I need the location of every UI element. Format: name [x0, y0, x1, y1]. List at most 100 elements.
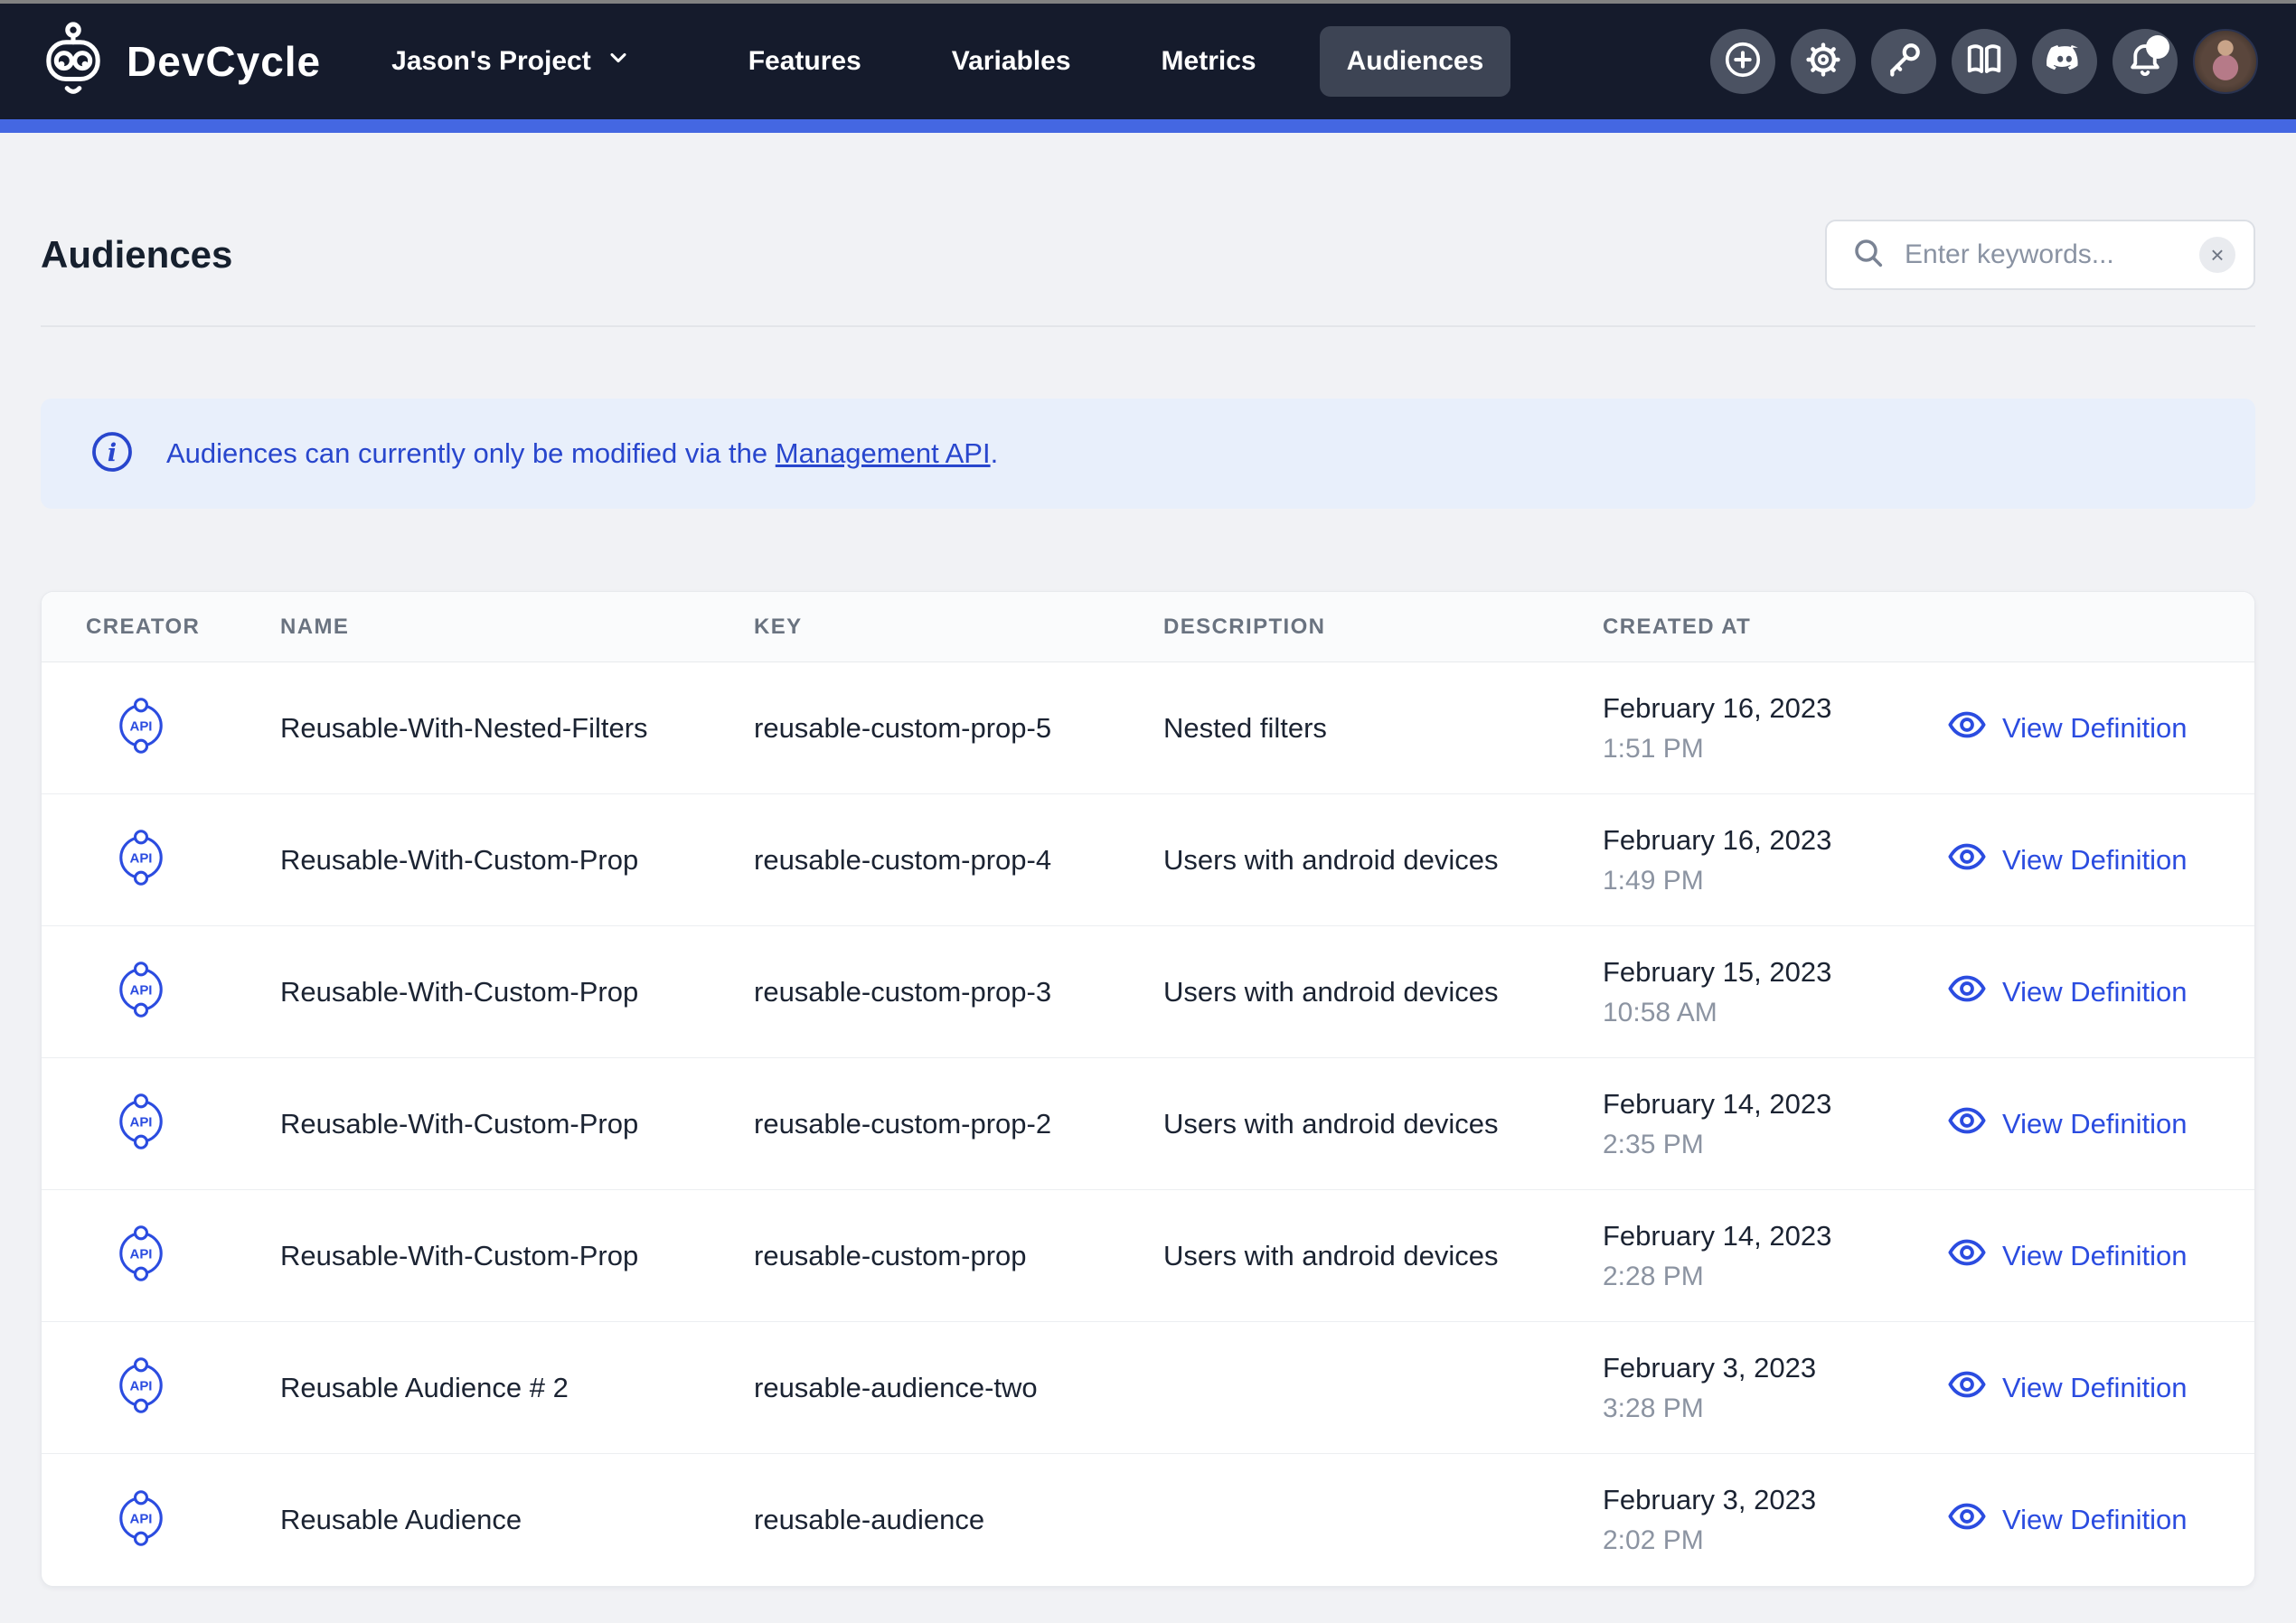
top-navbar: DevCycle Jason's Project Features Variab… [0, 4, 2296, 119]
section-divider [41, 325, 2255, 327]
management-api-link[interactable]: Management API [776, 437, 991, 469]
audiences-table: Creator Name Key Description Created At … [41, 591, 2255, 1587]
eye-icon [1946, 836, 1988, 885]
column-header-created-at: Created At [1603, 614, 1946, 640]
nav-link-audiences[interactable]: Audiences [1320, 26, 1511, 97]
project-selector[interactable]: Jason's Project [391, 45, 631, 78]
eye-icon [1946, 1232, 1988, 1281]
docs-button[interactable] [1952, 29, 2017, 94]
cell-key: reusable-custom-prop [754, 1240, 1163, 1272]
brand-name: DevCycle [127, 37, 321, 86]
created-date: February 14, 2023 [1603, 1220, 1946, 1252]
column-header-key: Key [754, 614, 1163, 640]
api-creator-icon: API [113, 1490, 169, 1551]
table-row: API Reusable-With-Custom-Prop reusable-c… [42, 926, 2254, 1058]
created-time: 1:51 PM [1603, 734, 1946, 765]
cell-created-at: February 3, 2023 2:02 PM [1603, 1484, 1946, 1556]
add-icon [1722, 39, 1764, 85]
search-input[interactable] [1905, 239, 2181, 270]
column-header-description: Description [1163, 614, 1603, 640]
view-definition-link[interactable]: View Definition [1946, 1496, 2218, 1544]
api-creator-icon: API [113, 962, 169, 1022]
cell-name: Reusable-With-Nested-Filters [280, 712, 754, 745]
created-date: February 16, 2023 [1603, 824, 1946, 857]
api-key-icon [1883, 39, 1924, 85]
view-definition-link[interactable]: View Definition [1946, 1100, 2218, 1149]
cell-creator: API [86, 962, 280, 1022]
cell-description: Users with android devices [1163, 1108, 1603, 1140]
created-time: 2:35 PM [1603, 1130, 1946, 1160]
table-row: API Reusable-With-Custom-Prop reusable-c… [42, 1058, 2254, 1190]
cell-key: reusable-custom-prop-3 [754, 976, 1163, 1009]
navbar-actions [1710, 29, 2258, 94]
devcycle-robot-logo-icon [38, 21, 108, 103]
banner-text: Audiences can currently only be modified… [166, 437, 998, 470]
add-button[interactable] [1710, 29, 1775, 94]
cell-created-at: February 15, 2023 10:58 AM [1603, 956, 1946, 1028]
view-definition-label: View Definition [2002, 1504, 2187, 1536]
svg-text:API: API [130, 719, 153, 735]
brand-home-link[interactable]: DevCycle [38, 21, 321, 103]
created-time: 1:49 PM [1603, 866, 1946, 896]
table-row: API Reusable-With-Custom-Prop reusable-c… [42, 1190, 2254, 1322]
info-banner: i Audiences can currently only be modifi… [41, 399, 2255, 509]
created-date: February 3, 2023 [1603, 1352, 1946, 1384]
nav-link-variables[interactable]: Variables [925, 26, 1098, 97]
cell-key: reusable-custom-prop-2 [754, 1108, 1163, 1140]
created-time: 3:28 PM [1603, 1393, 1946, 1424]
view-definition-link[interactable]: View Definition [1946, 704, 2218, 753]
cell-name: Reusable-With-Custom-Prop [280, 976, 754, 1009]
column-header-creator: Creator [86, 614, 280, 640]
table-row: API Reusable Audience # 2 reusable-audie… [42, 1322, 2254, 1454]
cell-name: Reusable-With-Custom-Prop [280, 1108, 754, 1140]
cell-created-at: February 3, 2023 3:28 PM [1603, 1352, 1946, 1424]
cell-creator: API [86, 830, 280, 890]
project-selector-label: Jason's Project [391, 46, 591, 77]
api-creator-icon: API [113, 1093, 169, 1154]
clear-search-button[interactable]: × [2199, 237, 2235, 273]
table-body: API Reusable-With-Nested-Filters reusabl… [42, 662, 2254, 1586]
chevron-down-icon [606, 45, 631, 78]
cell-created-at: February 16, 2023 1:49 PM [1603, 824, 1946, 896]
notifications-button[interactable] [2113, 29, 2178, 94]
view-definition-link[interactable]: View Definition [1946, 836, 2218, 885]
cell-key: reusable-custom-prop-5 [754, 712, 1163, 745]
svg-text:API: API [130, 1247, 153, 1262]
cell-key: reusable-custom-prop-4 [754, 844, 1163, 877]
cell-creator: API [86, 1225, 280, 1286]
cell-creator: API [86, 698, 280, 758]
view-definition-link[interactable]: View Definition [1946, 1364, 2218, 1412]
cell-creator: API [86, 1490, 280, 1551]
created-date: February 15, 2023 [1603, 956, 1946, 989]
settings-button[interactable] [1791, 29, 1856, 94]
discord-icon [2043, 38, 2086, 86]
api-creator-icon: API [113, 1225, 169, 1286]
svg-text:API: API [130, 851, 153, 867]
api-keys-button[interactable] [1871, 29, 1936, 94]
cell-name: Reusable-With-Custom-Prop [280, 844, 754, 877]
table-row: API Reusable Audience reusable-audience … [42, 1454, 2254, 1586]
api-creator-icon: API [113, 1357, 169, 1418]
svg-text:API: API [130, 1511, 153, 1526]
cell-name: Reusable Audience [280, 1504, 754, 1536]
cell-description: Nested filters [1163, 712, 1603, 745]
page-title: Audiences [41, 233, 232, 277]
nav-link-features[interactable]: Features [721, 26, 889, 97]
cell-created-at: February 14, 2023 2:28 PM [1603, 1220, 1946, 1292]
main-content: Audiences × i Audiences can currently on… [0, 219, 2296, 1587]
view-definition-link[interactable]: View Definition [1946, 1232, 2218, 1281]
user-avatar[interactable] [2193, 29, 2258, 94]
view-definition-link[interactable]: View Definition [1946, 968, 2218, 1017]
view-definition-label: View Definition [2002, 1108, 2187, 1140]
eye-icon [1946, 1496, 1988, 1544]
nav-link-metrics[interactable]: Metrics [1134, 26, 1284, 97]
eye-icon [1946, 1364, 1988, 1412]
discord-button[interactable] [2032, 29, 2097, 94]
created-time: 10:58 AM [1603, 998, 1946, 1028]
svg-text:API: API [130, 1379, 153, 1394]
cell-key: reusable-audience-two [754, 1372, 1163, 1404]
cell-created-at: February 16, 2023 1:51 PM [1603, 692, 1946, 765]
banner-text-after: . [991, 437, 999, 469]
created-date: February 16, 2023 [1603, 692, 1946, 725]
created-date: February 3, 2023 [1603, 1484, 1946, 1516]
